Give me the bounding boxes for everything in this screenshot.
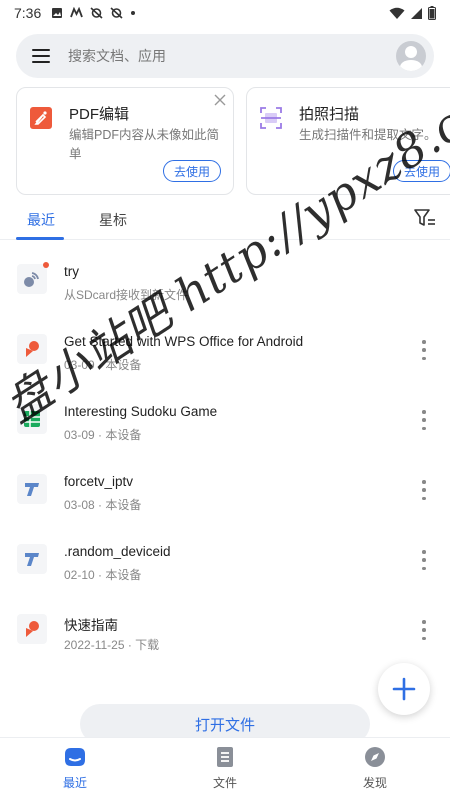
compass-icon — [365, 747, 385, 767]
no-link-icon — [90, 7, 103, 19]
file-row[interactable]: forcetv_iptv 03-08 · 本设备 — [0, 454, 450, 524]
bottom-nav: 最近 文件 发现 — [0, 737, 450, 800]
menu-icon[interactable] — [30, 45, 52, 67]
file-name: 快速指南 — [64, 618, 118, 633]
card-title: PDF编辑 — [69, 106, 130, 123]
text-file-icon — [17, 474, 47, 504]
file-meta: 03-09 · 本设备 — [64, 428, 142, 442]
file-row[interactable]: Get Started with WPS Office for Android … — [0, 314, 450, 384]
document-icon — [217, 747, 233, 767]
card-title: 拍照扫描 — [299, 106, 360, 123]
scan-icon — [260, 107, 282, 129]
plus-icon — [392, 677, 416, 701]
more-options-icon[interactable] — [420, 550, 428, 570]
new-badge — [43, 262, 49, 268]
pdf-file-icon — [17, 614, 47, 644]
scan-card[interactable]: 拍照扫描 生成扫描件和提取文字。 去使用 — [246, 87, 450, 195]
file-name: try — [64, 264, 79, 279]
spreadsheet-file-icon — [17, 404, 47, 434]
pdf-edit-icon — [30, 107, 52, 129]
file-name: .random_deviceid — [64, 544, 171, 559]
card-description: 生成扫描件和提取文字。 — [299, 128, 437, 142]
no-link-icon-2 — [110, 7, 123, 19]
image-notification-icon — [52, 8, 63, 18]
close-icon[interactable] — [213, 93, 227, 107]
file-name: forcetv_iptv — [64, 474, 134, 489]
file-meta: 02-10 · 本设备 — [64, 568, 142, 582]
m-notification-icon — [70, 7, 84, 18]
file-meta: 03-09 · 本设备 — [64, 358, 142, 372]
nav-label: 文件 — [212, 776, 237, 790]
nav-recent[interactable]: 最近 — [35, 746, 115, 791]
pdf-edit-card[interactable]: PDF编辑 编辑PDF内容从未像如此简单 去使用 — [16, 87, 234, 195]
dot-icon — [131, 11, 136, 15]
nav-discover[interactable]: 发现 — [335, 746, 415, 791]
more-options-icon[interactable] — [420, 620, 428, 640]
nav-files[interactable]: 文件 — [185, 746, 265, 791]
wifi-icon — [389, 7, 405, 19]
battery-icon — [428, 6, 436, 20]
pdf-file-icon — [17, 334, 47, 364]
system-icons — [389, 6, 436, 20]
more-options-icon[interactable] — [420, 480, 428, 500]
tab-starred[interactable]: 星标 — [99, 210, 127, 230]
transfer-icon — [17, 262, 49, 294]
recent-icon — [65, 748, 85, 766]
status-bar: 7:36 — [0, 0, 450, 26]
tab-indicator — [16, 237, 64, 240]
tab-recent[interactable]: 最近 — [27, 210, 55, 230]
more-options-icon[interactable] — [420, 340, 428, 360]
search-bar[interactable]: 搜索文档、应用 — [16, 34, 434, 78]
text-file-icon — [17, 544, 47, 574]
file-name: Interesting Sudoku Game — [64, 404, 218, 419]
use-button[interactable]: 去使用 — [162, 160, 221, 182]
file-name: Get Started with WPS Office for Android — [64, 334, 304, 349]
file-row[interactable]: Interesting Sudoku Game 03-09 · 本设备 — [0, 384, 450, 454]
notification-icons — [51, 7, 136, 19]
signal-icon — [411, 7, 422, 19]
status-time: 7:36 — [14, 5, 42, 21]
file-meta: 2022-11-25 · 下载 — [64, 638, 160, 652]
feature-cards: PDF编辑 编辑PDF内容从未像如此简单 去使用 拍照扫描 生成扫描件和提取文字… — [16, 87, 450, 195]
file-row[interactable]: .random_deviceid 02-10 · 本设备 — [0, 524, 450, 594]
tab-bar: 最近 星标 — [0, 200, 450, 240]
nav-label: 发现 — [362, 776, 387, 790]
use-button[interactable]: 去使用 — [392, 160, 450, 182]
file-row[interactable]: 快速指南 2022-11-25 · 下载 — [0, 594, 450, 664]
card-description: 编辑PDF内容从未像如此简单 — [69, 128, 220, 161]
more-options-icon[interactable] — [420, 410, 428, 430]
file-meta: 从SDcard接收到新文件 — [64, 288, 189, 302]
avatar[interactable] — [396, 41, 426, 71]
search-input[interactable]: 搜索文档、应用 — [68, 46, 166, 66]
new-document-button[interactable] — [378, 663, 430, 715]
file-meta: 03-08 · 本设备 — [64, 498, 142, 512]
file-row[interactable]: try 从SDcard接收到新文件 — [0, 244, 450, 314]
nav-label: 最近 — [62, 776, 87, 790]
filter-icon[interactable] — [414, 208, 436, 228]
